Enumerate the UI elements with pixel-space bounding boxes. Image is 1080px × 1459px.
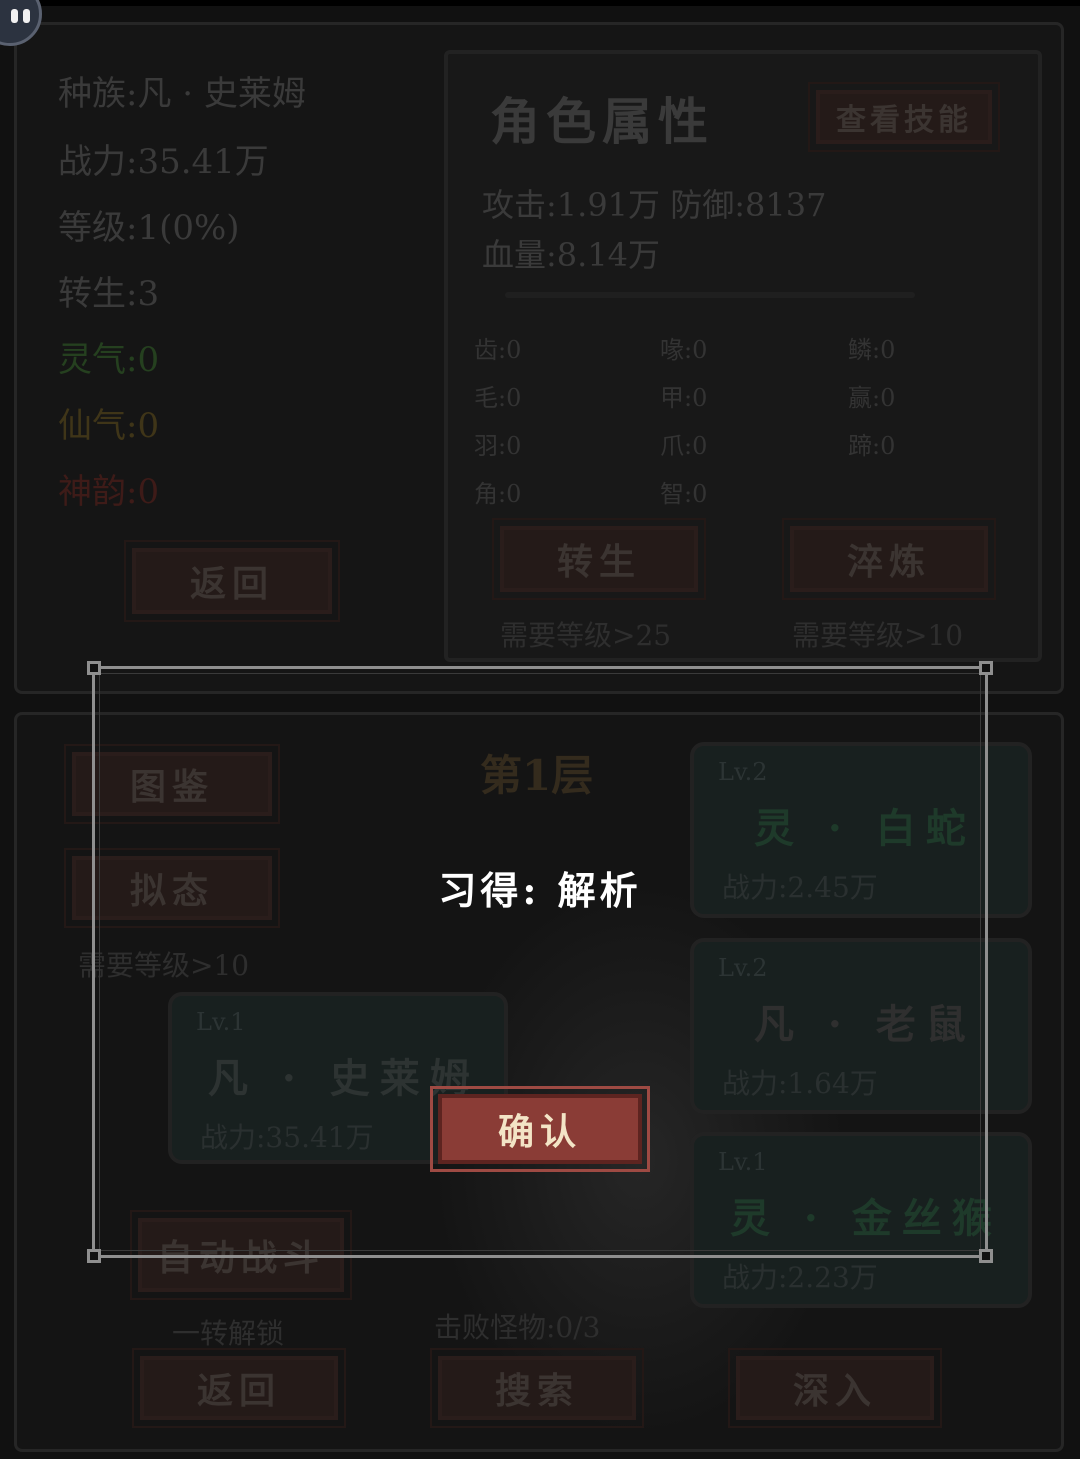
- view-skills-button[interactable]: 查看技能: [808, 82, 1000, 152]
- trait-fur: 毛:0: [474, 384, 522, 412]
- back-button-bottom[interactable]: 返回: [132, 1348, 346, 1428]
- hp-text: 血量:8.14万: [482, 236, 661, 274]
- status-bar: [0, 0, 1080, 6]
- avatar-eye-icon: [23, 9, 30, 23]
- dialog-message: 习得: 解析: [438, 868, 642, 913]
- trait-wisdom: 智:0: [660, 480, 708, 508]
- rebirth-button[interactable]: 转生: [492, 518, 706, 600]
- confirm-button[interactable]: 确认: [430, 1086, 650, 1172]
- trait-feather: 羽:0: [474, 432, 522, 460]
- trait-scale: 鳞:0: [848, 336, 896, 364]
- trait-ying: 赢:0: [848, 384, 896, 412]
- dialog-corner: [87, 1249, 101, 1263]
- divider: [505, 292, 915, 298]
- attributes-title: 角色属性: [490, 92, 714, 151]
- trait-hoof: 蹄:0: [848, 432, 896, 460]
- dialog-corner: [87, 661, 101, 675]
- xianqi-text: 仙气:0: [58, 406, 160, 446]
- rebirth-requirement: 需要等级>25: [500, 619, 672, 652]
- go-deeper-button[interactable]: 深入: [728, 1348, 942, 1428]
- dialog-corner: [979, 1249, 993, 1263]
- trait-horn: 角:0: [474, 480, 522, 508]
- defeated-counter: 击败怪物:0/3: [434, 1311, 601, 1344]
- learned-skill-dialog: [87, 661, 993, 1263]
- attack-defense-text: 攻击:1.91万 防御:8137: [482, 186, 827, 224]
- enemy-power: 战力:2.23万: [722, 1261, 878, 1294]
- auto-battle-hint: 一转解锁: [172, 1317, 285, 1350]
- lingqi-text: 灵气:0: [58, 340, 160, 380]
- trait-shell: 甲:0: [660, 384, 708, 412]
- trait-claw: 爪:0: [660, 432, 708, 460]
- refine-requirement: 需要等级>10: [792, 619, 964, 652]
- search-button[interactable]: 搜索: [430, 1348, 644, 1428]
- level-text: 等级:1(0%): [58, 208, 240, 248]
- back-button-top[interactable]: 返回: [124, 540, 340, 622]
- avatar-eye-icon: [11, 9, 18, 23]
- race-text: 种族:凡 · 史莱姆: [58, 74, 306, 114]
- trait-beak: 喙:0: [660, 336, 708, 364]
- game-screen: 种族:凡 · 史莱姆 战力:35.41万 等级:1(0%) 转生:3 灵气:0 …: [0, 0, 1080, 1459]
- shenyun-text: 神韵:0: [58, 472, 160, 512]
- power-text: 战力:35.41万: [58, 142, 269, 182]
- trait-teeth: 齿:0: [474, 336, 522, 364]
- refine-button[interactable]: 淬炼: [782, 518, 996, 600]
- dialog-corner: [979, 661, 993, 675]
- rebirth-text: 转生:3: [58, 274, 160, 314]
